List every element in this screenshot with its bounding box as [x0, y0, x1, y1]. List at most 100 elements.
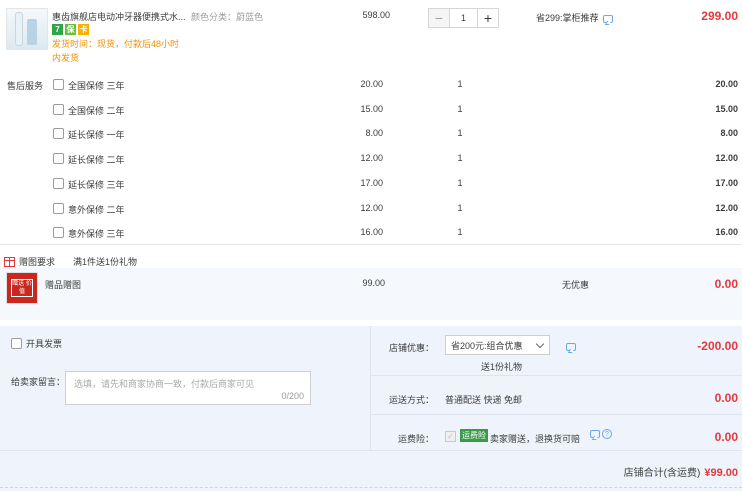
insurance-amount: 0.00: [714, 430, 738, 444]
service-qty: 1: [457, 79, 463, 89]
guarantee-badge: 保: [65, 24, 76, 35]
message-box: 0/200: [65, 371, 311, 405]
row-divider: [371, 414, 742, 415]
gift-name[interactable]: 赠品赠图: [45, 278, 81, 291]
chat-icon[interactable]: [602, 14, 613, 23]
seven-day-return-badge: 7: [52, 24, 63, 35]
decrement-button[interactable]: −: [429, 9, 449, 27]
product-thumbnail[interactable]: [6, 8, 48, 50]
gift-total: 0.00: [714, 277, 738, 291]
promo-selected: 省200元:组合优惠: [451, 340, 523, 351]
help-icon[interactable]: ?: [602, 429, 612, 439]
service-total: 8.00: [720, 128, 738, 138]
shipping-amount: 0.00: [714, 391, 738, 405]
service-qty: 1: [457, 227, 463, 237]
gift-rule: 满1件送1份礼物: [73, 257, 138, 267]
quantity-value[interactable]: 1: [449, 9, 478, 27]
service-price: 8.00: [365, 128, 383, 138]
service-total: 12.00: [715, 153, 738, 163]
message-counter: 0/200: [281, 391, 304, 401]
service-row: 延长保修 三年 17.00 1 17.00: [0, 178, 742, 202]
service-total: 16.00: [715, 227, 738, 237]
product-image-toothbrush: [15, 12, 23, 46]
service-total: 12.00: [715, 203, 738, 213]
service-checkbox[interactable]: [53, 178, 64, 189]
product-title[interactable]: 惠齿旗舰店电动冲牙器便携式水...: [52, 10, 192, 23]
service-row: 全国保修 三年 20.00 1 20.00: [0, 79, 742, 103]
service-checkbox[interactable]: [53, 128, 64, 139]
message-input[interactable]: [66, 372, 310, 404]
chat-icon[interactable]: [590, 430, 600, 438]
insurance-label: 运费险：: [398, 434, 435, 444]
product-subtotal: 299.00: [701, 9, 738, 23]
divider: [0, 244, 742, 245]
service-qty: 1: [457, 153, 463, 163]
promo-label: 店铺优惠：: [389, 343, 435, 353]
insurance-checkbox[interactable]: ✓: [445, 431, 456, 442]
service-name: 延长保修 三年: [68, 180, 125, 190]
chat-icon[interactable]: [566, 342, 576, 351]
increment-button[interactable]: +: [478, 9, 498, 27]
ship-time: 发货时间：现货，付款后48小时: [52, 39, 180, 49]
saving-text: 省299:掌柜推荐: [536, 13, 599, 23]
service-price: 16.00: [360, 227, 383, 237]
store-total-amount: ¥99.00: [704, 467, 738, 479]
insurance-icons: ?: [590, 429, 612, 439]
store-total: 店铺合计(含运费) ¥99.00: [540, 464, 738, 479]
service-row: 延长保修 一年 8.00 1 8.00: [0, 128, 742, 152]
service-qty: 1: [457, 104, 463, 114]
insurance-tag: 运费险: [460, 429, 488, 442]
service-row: 全国保修 二年 15.00 1 15.00: [0, 104, 742, 128]
service-checkbox[interactable]: [53, 227, 64, 238]
service-qty: 1: [457, 178, 463, 188]
service-row: 延长保修 二年 12.00 1 12.00: [0, 153, 742, 177]
invoice-option[interactable]: 开具发票: [11, 337, 62, 350]
service-price: 12.00: [360, 203, 383, 213]
insurance-text: 卖家赠送，退换货可赔: [490, 434, 581, 444]
service-checkbox[interactable]: [53, 203, 64, 214]
gift-thumbnail[interactable]: 赠送 价值: [6, 272, 38, 304]
panel-divider: [370, 326, 371, 450]
service-qty: 1: [457, 203, 463, 213]
service-name: 意外保修 二年: [68, 205, 125, 215]
service-name: 全国保修 二年: [68, 106, 125, 116]
message-label: 给卖家留言：: [11, 377, 66, 387]
service-checkbox[interactable]: [53, 79, 64, 90]
invoice-label: 开具发票: [26, 339, 63, 349]
service-name: 延长保修 二年: [68, 155, 125, 165]
service-qty: 1: [457, 128, 463, 138]
service-name: 延长保修 一年: [68, 130, 125, 140]
service-total: 15.00: [715, 104, 738, 114]
service-price: 12.00: [360, 153, 383, 163]
service-checkbox[interactable]: [53, 153, 64, 164]
promo-gift-note: 送1份礼物: [481, 362, 523, 372]
product-image-case: [27, 19, 37, 45]
gift-price: 99.00: [362, 278, 385, 288]
invoice-checkbox[interactable]: [11, 338, 22, 349]
gift-discount: 无优惠: [562, 280, 590, 290]
promo-amount: -200.00: [697, 339, 738, 353]
promo-select[interactable]: 省200元:组合优惠: [445, 335, 550, 355]
store-total-label: 店铺合计(含运费): [623, 468, 701, 479]
row-divider: [0, 450, 742, 451]
gift-row: [0, 268, 742, 320]
product-badges: 7 保 卡: [52, 24, 89, 35]
service-name: 意外保修 三年: [68, 229, 125, 239]
unit-price: 598.00: [362, 10, 390, 20]
promo-chat[interactable]: [562, 341, 576, 351]
service-name: 全国保修 三年: [68, 81, 125, 91]
service-price: 17.00: [360, 178, 383, 188]
shipping-method: 普通配送 快递 免邮: [445, 395, 523, 405]
quantity-stepper: − 1 +: [428, 8, 499, 28]
service-total: 20.00: [715, 79, 738, 89]
chevron-down-icon: [535, 339, 545, 349]
service-row: 意外保修 二年 12.00 1 12.00: [0, 203, 742, 227]
shipping-label: 运送方式：: [389, 395, 435, 405]
dashed-divider: [0, 487, 742, 488]
service-checkbox[interactable]: [53, 104, 64, 115]
gift-icon: [4, 256, 15, 267]
gift-rule-line: 赠图要求 满1件送1份礼物: [4, 255, 137, 268]
service-price: 15.00: [360, 104, 383, 114]
saving-note: 省299:掌柜推荐: [536, 11, 613, 24]
row-divider: [371, 375, 742, 376]
